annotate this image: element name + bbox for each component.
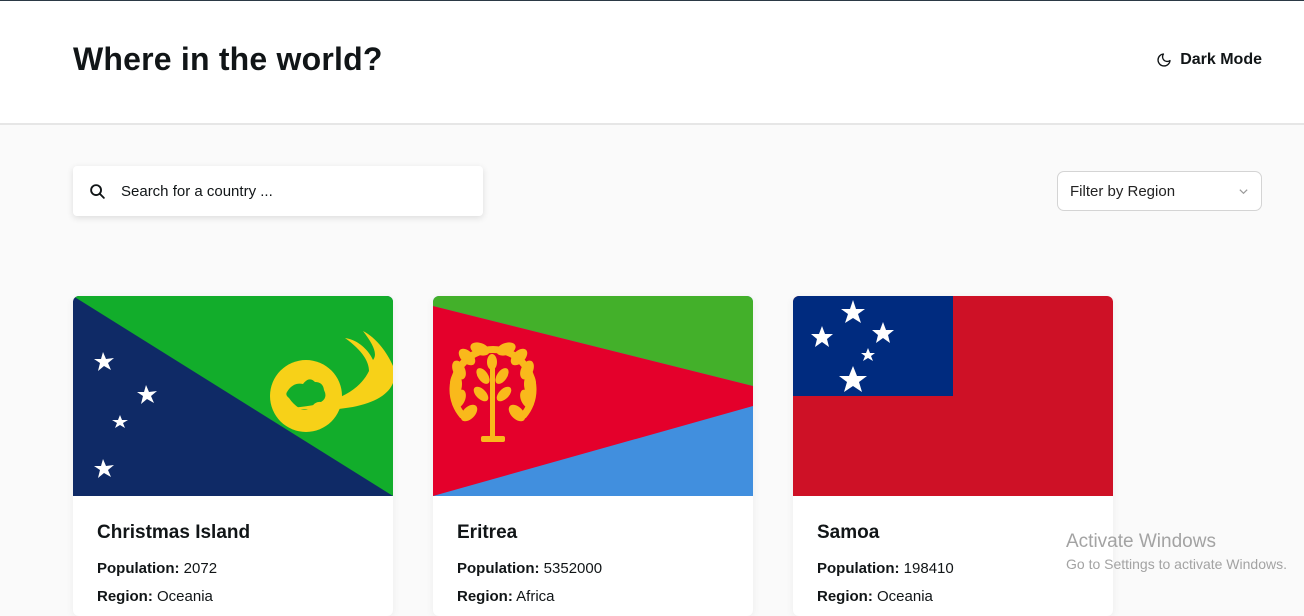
country-name: Samoa — [817, 522, 880, 543]
region-value: Africa — [516, 588, 555, 605]
moon-icon — [1157, 53, 1171, 67]
population-label: Population: — [457, 560, 540, 577]
region-row: Region: Oceania — [97, 588, 369, 605]
dark-mode-toggle[interactable]: Dark Mode — [1156, 51, 1262, 69]
population-label: Population: — [97, 560, 180, 577]
region-filter-select[interactable]: Filter by Region — [1057, 171, 1262, 211]
population-row: Population: 198410 — [817, 560, 1089, 577]
search-input[interactable] — [119, 181, 459, 201]
country-card[interactable]: Samoa Population: 198410 Region: Oceania — [793, 296, 1113, 616]
region-label: Region: — [97, 588, 153, 605]
region-row: Region: Oceania — [817, 588, 1089, 605]
page-title: Where in the world? — [73, 41, 383, 77]
chevron-down-icon — [1239, 188, 1248, 194]
samoa-flag — [793, 296, 1113, 496]
app-header: Where in the world? Dark Mode — [0, 1, 1304, 125]
search-icon — [90, 183, 105, 199]
eritrea-flag — [433, 296, 753, 496]
country-name: Christmas Island — [97, 522, 251, 543]
country-name: Eritrea — [457, 522, 518, 543]
population-value: 198410 — [903, 560, 954, 577]
population-label: Population: — [817, 560, 900, 577]
region-label: Region: — [817, 588, 873, 605]
population-value: 2072 — [183, 560, 218, 577]
region-filter-label: Filter by Region — [1070, 182, 1176, 200]
population-value: 5352000 — [543, 560, 603, 577]
population-row: Population: 5352000 — [457, 560, 729, 577]
region-label: Region: — [457, 588, 513, 605]
dark-mode-label: Dark Mode — [1180, 51, 1262, 68]
population-row: Population: 2072 — [97, 560, 369, 577]
christmas-island-flag — [73, 296, 393, 496]
region-value: Oceania — [877, 588, 933, 605]
search-box[interactable] — [73, 166, 483, 216]
region-row: Region: Africa — [457, 588, 729, 605]
region-value: Oceania — [157, 588, 213, 605]
country-card[interactable]: Eritrea Population: 5352000 Region: Afri… — [433, 296, 753, 616]
country-card[interactable]: Christmas Island Population: 2072 Region… — [73, 296, 393, 616]
